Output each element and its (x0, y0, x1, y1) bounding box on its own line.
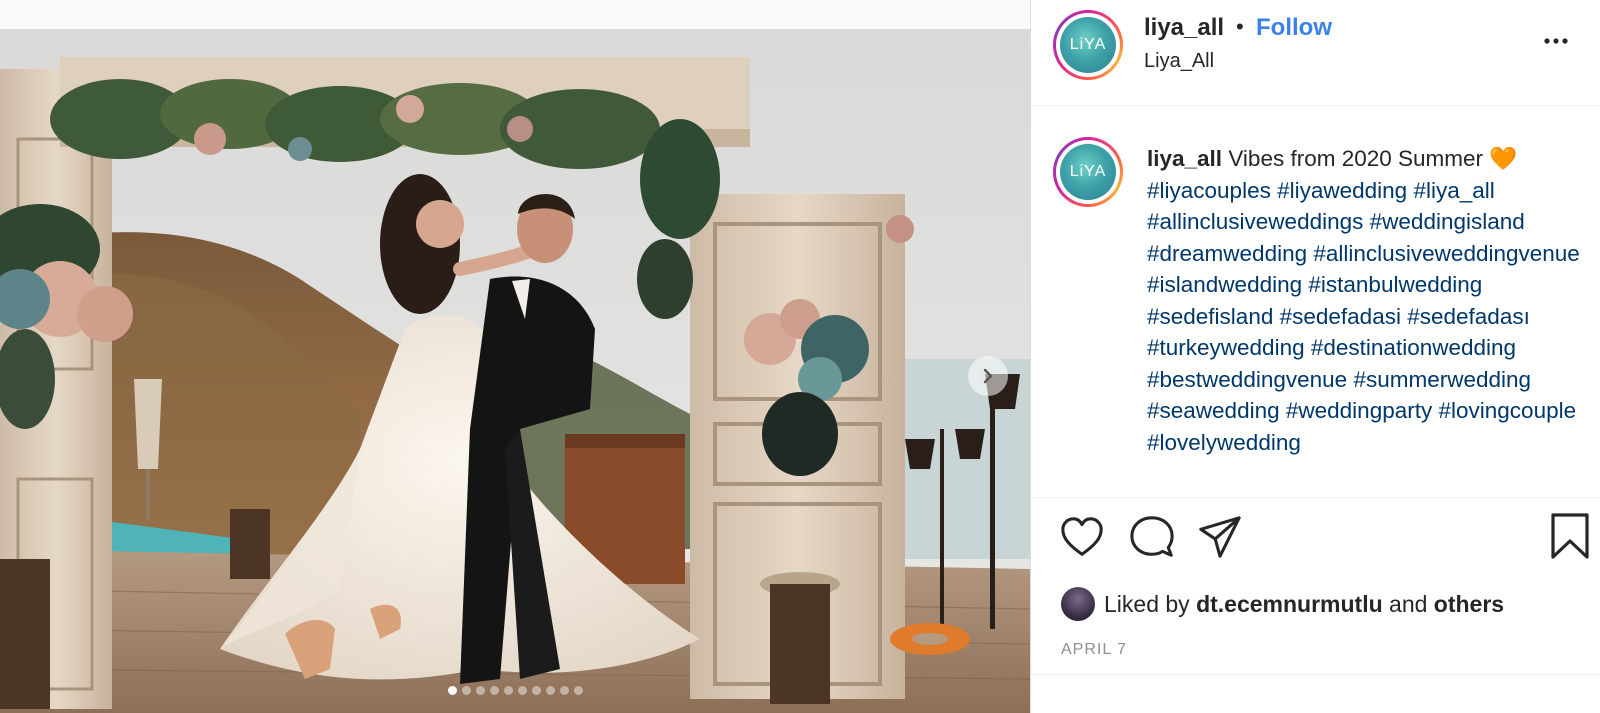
post-photo (0, 29, 1030, 713)
follow-button[interactable]: Follow (1256, 14, 1332, 42)
likes-others-link[interactable]: others (1434, 591, 1504, 617)
hashtag-link[interactable]: #bestweddingvenue (1147, 367, 1347, 392)
hashtag-link[interactable]: #liyawedding (1277, 178, 1407, 203)
liker-avatar[interactable] (1061, 587, 1095, 621)
more-options-icon[interactable] (1541, 26, 1571, 56)
carousel-dot (531, 686, 541, 695)
hashtag-link[interactable]: #allinclusiveweddingvenue (1313, 241, 1579, 266)
carousel-indicator (0, 686, 1030, 695)
likes-summary: Liked by dt.ecemnurmutlu and others (1061, 586, 1504, 622)
carousel-dot (447, 686, 457, 695)
carousel-dot (475, 686, 485, 695)
caption-body: Vibes from 2020 Summer 🧡 (1228, 146, 1518, 171)
hashtag-link[interactable]: #sedefisland (1147, 304, 1273, 329)
carousel-dot (503, 686, 513, 695)
hashtag-link[interactable]: #liya_all (1413, 178, 1494, 203)
likes-text: Liked by dt.ecemnurmutlu and others (1104, 591, 1504, 618)
post-subtitle: Liya_All (1144, 50, 1215, 72)
hashtag-link[interactable]: #destinationwedding (1311, 335, 1516, 360)
liker-username[interactable]: dt.ecemnurmutlu (1196, 591, 1383, 617)
hashtag-link[interactable]: #dreamwedding (1147, 241, 1307, 266)
caption-section: LiYA liya_all Vibes from 2020 Summer 🧡 #… (1031, 107, 1600, 497)
paper-plane-icon[interactable] (1197, 514, 1243, 560)
carousel-dot (559, 686, 569, 695)
caption-avatar[interactable]: LiYA (1053, 137, 1123, 207)
carousel-dot (461, 686, 471, 695)
brand-logo: LiYA (1060, 144, 1116, 200)
brand-logo: LiYA (1060, 17, 1116, 73)
post-actions: Liked by dt.ecemnurmutlu and others APRI… (1031, 497, 1600, 713)
hashtag-link[interactable]: #islandwedding (1147, 272, 1302, 297)
hashtag-link[interactable]: #sedefadasi (1280, 304, 1401, 329)
bookmark-icon[interactable] (1549, 512, 1591, 560)
hashtag-link[interactable]: #turkeywedding (1147, 335, 1305, 360)
carousel-dot (545, 686, 555, 695)
hashtag-link[interactable]: #summerwedding (1353, 367, 1531, 392)
hashtag-link[interactable]: #weddingparty (1286, 398, 1432, 423)
caption-text: liya_all Vibes from 2020 Summer 🧡 #liyac… (1147, 143, 1592, 458)
comment-icon[interactable] (1129, 514, 1175, 560)
hashtag-link[interactable]: #lovingcouple (1439, 398, 1577, 423)
carousel-dot (517, 686, 527, 695)
carousel-dot (573, 686, 583, 695)
hashtag-link[interactable]: #weddingisland (1370, 209, 1525, 234)
profile-avatar[interactable]: LiYA (1053, 10, 1123, 80)
hashtag-link[interactable]: #sedefadası (1407, 304, 1530, 329)
separator-dot: • (1236, 14, 1244, 39)
post-sidebar: LiYA liya_all • Follow Liya_All LiYA liy… (1030, 0, 1600, 713)
carousel-next-button[interactable] (968, 356, 1008, 396)
hashtag-link[interactable]: #liyacouples (1147, 178, 1271, 203)
heart-icon[interactable] (1059, 514, 1105, 560)
post-username[interactable]: liya_all (1144, 14, 1224, 42)
post-media (0, 0, 1030, 713)
post-header: LiYA liya_all • Follow Liya_All (1031, 0, 1600, 106)
hashtag-link[interactable]: #lovelywedding (1147, 430, 1301, 455)
hashtag-link[interactable]: #istanbulwedding (1308, 272, 1482, 297)
divider (1031, 674, 1600, 675)
likes-prefix: Liked by (1104, 590, 1190, 617)
hashtag-list: #liyacouples #liyawedding #liya_all #all… (1147, 178, 1580, 455)
hashtag-link[interactable]: #seawedding (1147, 398, 1280, 423)
hashtag-link[interactable]: #allinclusiveweddings (1147, 209, 1363, 234)
post-date[interactable]: APRIL 7 (1061, 641, 1127, 659)
chevron-right-icon (983, 368, 993, 384)
carousel-dot (489, 686, 499, 695)
likes-connector: and (1389, 590, 1428, 617)
caption-username[interactable]: liya_all (1147, 146, 1222, 171)
